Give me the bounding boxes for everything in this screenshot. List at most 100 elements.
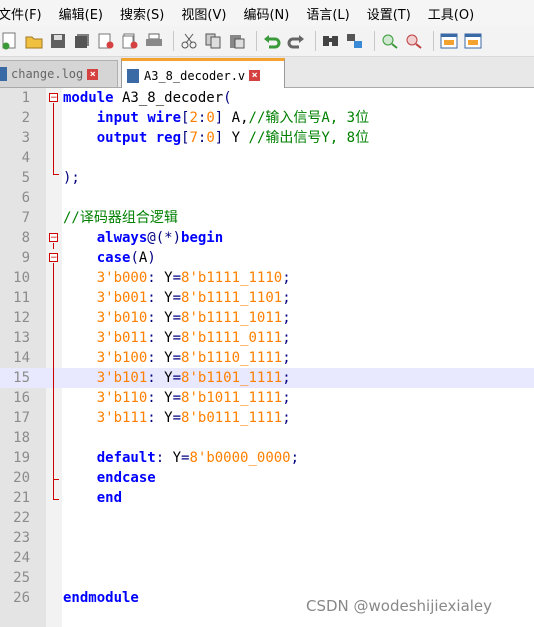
line-number: 8 xyxy=(21,230,30,246)
save-all-icon[interactable] xyxy=(72,31,92,51)
code-line[interactable]: 18 xyxy=(0,428,534,448)
line-number: 3 xyxy=(21,130,30,146)
replace-icon[interactable] xyxy=(345,31,365,51)
paste-icon[interactable] xyxy=(227,31,247,51)
code-text: endmodule xyxy=(63,590,139,606)
cut-icon[interactable] xyxy=(179,31,199,51)
code-text: 3'b100: Y=8'b1110_1111; xyxy=(96,350,291,366)
code-text: end xyxy=(96,490,123,506)
zoom-in-icon[interactable] xyxy=(380,31,400,51)
menu-file[interactable]: 文件(F) xyxy=(0,4,48,23)
tab-a3-8-decoder[interactable]: A3_8_decoder.v × xyxy=(121,58,285,90)
menu-encoding[interactable]: 编码(N) xyxy=(243,4,295,23)
menu-search[interactable]: 搜索(S) xyxy=(120,4,170,23)
watermark: CSDN @wodeshijiexialey xyxy=(306,597,493,615)
code-line[interactable]: 7 //译码器组合逻辑 xyxy=(0,208,534,228)
toolbar-divider xyxy=(256,31,257,51)
line-number: 11 xyxy=(13,290,30,306)
tab-change-log[interactable]: change.log × xyxy=(0,60,118,87)
line-number: 23 xyxy=(13,530,30,546)
code-line-current[interactable]: 15 3'b101: Y=8'b1101_1111; xyxy=(0,368,534,388)
code-line[interactable]: 2 input wire[2:0] A,//输入信号A, 3位 xyxy=(0,108,534,128)
fold-end-marker xyxy=(53,499,59,500)
sync-vertical-icon[interactable] xyxy=(439,31,459,51)
line-number: 19 xyxy=(13,450,30,466)
fold-toggle-icon[interactable]: − xyxy=(49,233,58,243)
fold-toggle-icon[interactable]: − xyxy=(49,93,58,103)
code-line[interactable]: 20 endcase xyxy=(0,468,534,488)
code-text: default: Y=8'b0000_0000; xyxy=(96,450,300,466)
code-line[interactable]: 8 always@(*)begin xyxy=(0,228,534,248)
line-number: 14 xyxy=(13,350,30,366)
print-icon[interactable] xyxy=(144,31,164,51)
menu-bar: 文件(F) 编辑(E) 搜索(S) 视图(V) 编码(N) 语言(L) 设置(T… xyxy=(0,0,534,26)
menu-edit[interactable]: 编辑(E) xyxy=(59,4,109,23)
tab-label: change.log xyxy=(11,67,84,81)
file-icon xyxy=(127,68,139,83)
code-text: always@(*)begin xyxy=(96,230,224,246)
undo-icon[interactable] xyxy=(262,31,282,51)
line-number: 4 xyxy=(21,150,30,166)
toolbar-divider xyxy=(315,31,316,51)
find-icon[interactable] xyxy=(321,31,341,51)
code-line[interactable]: 17 3'b111: Y=8'b0111_1111; xyxy=(0,408,534,428)
menu-language[interactable]: 语言(L) xyxy=(306,4,355,23)
code-line[interactable]: 5 ); xyxy=(0,168,534,188)
code-line[interactable]: 4 xyxy=(0,148,534,168)
line-number: 13 xyxy=(13,330,30,346)
line-number: 7 xyxy=(21,210,30,226)
menu-tools[interactable]: 工具(O) xyxy=(428,4,480,23)
redo-icon[interactable] xyxy=(286,31,306,51)
code-line[interactable]: 24 xyxy=(0,548,534,568)
code-line[interactable]: 22 xyxy=(0,508,534,528)
code-text: 3'b111: Y=8'b0111_1111; xyxy=(96,410,291,426)
close-all-icon[interactable] xyxy=(120,31,140,51)
line-number: 2 xyxy=(21,110,30,126)
code-text: 3'b001: Y=8'b1111_1101; xyxy=(96,290,291,306)
code-line[interactable]: 12 3'b010: Y=8'b1111_1011; xyxy=(0,308,534,328)
code-text: //译码器组合逻辑 xyxy=(63,210,178,226)
code-text: 3'b000: Y=8'b1111_1110; xyxy=(96,270,291,286)
close-icon[interactable]: × xyxy=(249,70,261,81)
line-number: 5 xyxy=(21,170,30,186)
code-line[interactable]: 21 end xyxy=(0,488,534,508)
toolbar-divider xyxy=(433,31,434,51)
save-icon[interactable] xyxy=(48,31,68,51)
menu-view[interactable]: 视图(V) xyxy=(181,4,232,23)
menu-settings[interactable]: 设置(T) xyxy=(367,4,417,23)
copy-icon[interactable] xyxy=(203,31,223,51)
code-line[interactable]: 9 case(A) xyxy=(0,248,534,268)
line-number: 26 xyxy=(13,590,30,606)
line-number: 21 xyxy=(13,490,30,506)
toolbar-divider xyxy=(374,31,375,51)
line-number: 10 xyxy=(13,270,30,286)
code-text: 3'b101: Y=8'b1101_1111; xyxy=(96,370,291,386)
code-line[interactable]: 19 default: Y=8'b0000_0000; xyxy=(0,448,534,468)
code-line[interactable]: 14 3'b100: Y=8'b1110_1111; xyxy=(0,348,534,368)
code-text: 3'b010: Y=8'b1111_1011; xyxy=(96,310,291,326)
code-line[interactable]: 1 module A3_8_decoder( xyxy=(0,88,534,108)
line-number: 1 xyxy=(21,90,30,106)
code-line[interactable]: 13 3'b011: Y=8'b1111_0111; xyxy=(0,328,534,348)
code-line[interactable]: 11 3'b001: Y=8'b1111_1101; xyxy=(0,288,534,308)
code-line[interactable]: 16 3'b110: Y=8'b1011_1111; xyxy=(0,388,534,408)
code-editor[interactable]: 1 module A3_8_decoder( 2 input wire[2:0]… xyxy=(0,88,534,627)
code-line[interactable]: 6 xyxy=(0,188,534,208)
fold-toggle-icon[interactable]: − xyxy=(49,253,58,263)
code-text: input wire[2:0] A,//输入信号A, 3位 xyxy=(96,110,370,126)
code-line[interactable]: 23 xyxy=(0,528,534,548)
new-file-icon[interactable] xyxy=(0,31,20,51)
open-file-icon[interactable] xyxy=(24,31,44,51)
line-number: 24 xyxy=(13,550,30,566)
code-line[interactable]: 10 3'b000: Y=8'b1111_1110; xyxy=(0,268,534,288)
code-text: module A3_8_decoder( xyxy=(63,90,232,106)
sync-horizontal-icon[interactable] xyxy=(463,31,483,51)
fold-guide xyxy=(53,243,54,249)
code-line[interactable]: 3 output reg[7:0] Y //输出信号Y, 8位 xyxy=(0,128,534,148)
line-number: 12 xyxy=(13,310,30,326)
code-line[interactable]: 25 xyxy=(0,568,534,588)
zoom-out-icon[interactable] xyxy=(404,31,424,51)
line-number: 17 xyxy=(13,410,30,426)
close-icon[interactable]: × xyxy=(87,68,99,80)
close-icon[interactable] xyxy=(96,31,116,51)
